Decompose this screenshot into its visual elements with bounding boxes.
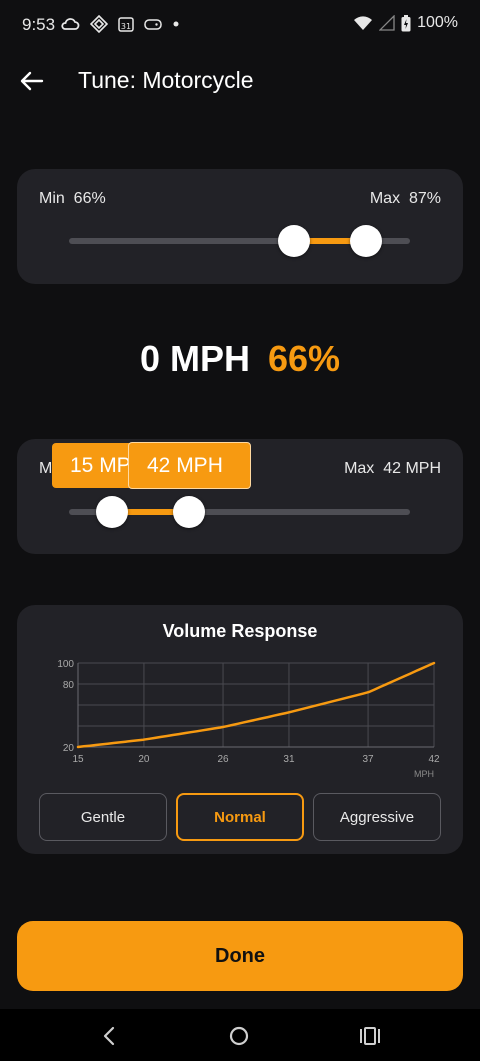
x-tick-label: 26 — [217, 754, 229, 765]
status-bar: 9:53 31 100% — [0, 0, 480, 50]
nav-back-icon[interactable] — [97, 1023, 123, 1049]
speed-max-tooltip: 42 MPH — [128, 442, 251, 489]
system-icons: 100% — [353, 14, 458, 32]
volume-response-card: Volume Response 15 20 26 31 37 42 20 80 100 MPH G… — [17, 605, 463, 854]
x-tick-label: 37 — [363, 754, 375, 765]
x-tick-label: 42 — [428, 754, 440, 765]
drive-icon — [90, 15, 108, 33]
speed-max-label: Max 42 MPH — [344, 460, 441, 477]
gentle-button[interactable]: Gentle — [39, 793, 167, 841]
nav-recents-icon[interactable] — [357, 1023, 383, 1049]
aggressive-button[interactable]: Aggressive — [313, 793, 441, 841]
battery-icon — [401, 14, 411, 31]
speed-min-thumb[interactable] — [95, 496, 128, 528]
x-tick-label: 20 — [138, 754, 150, 765]
page-title: Tune: Motorcycle — [78, 67, 254, 93]
wifi-icon — [354, 16, 373, 30]
x-tick-label: 15 — [72, 754, 84, 765]
volume-response-chart: 15 20 26 31 37 422080100MPH — [57, 659, 440, 779]
x-tick-label: 31 — [283, 754, 295, 765]
calendar-icon: 31 — [118, 17, 134, 32]
volume-min-label: Min 66% — [39, 190, 106, 207]
y-tick-label: 80 — [63, 680, 75, 691]
current-volume: 66% — [267, 338, 341, 379]
status-time: 9:53 — [22, 15, 56, 34]
y-tick-label: 100 — [57, 659, 74, 670]
signal-icon — [379, 15, 395, 31]
dot-icon — [173, 21, 179, 27]
nav-home-icon[interactable] — [226, 1023, 252, 1049]
volume-max-thumb[interactable] — [349, 225, 382, 257]
cloud-icon — [61, 18, 80, 30]
gamepad-icon — [144, 19, 162, 30]
speed-max-thumb[interactable] — [172, 496, 205, 528]
volume-max-label: Max 87% — [369, 190, 441, 207]
back-arrow-icon[interactable] — [18, 67, 46, 95]
volume-min-thumb[interactable] — [278, 225, 311, 257]
current-readout: 0 MPH 66% — [0, 338, 480, 380]
battery-percent: 100% — [417, 14, 458, 31]
app-bar: Tune: Motorcycle — [0, 55, 480, 105]
x-axis-label: MPH — [414, 769, 434, 779]
navigation-bar — [0, 1009, 480, 1061]
normal-button[interactable]: Normal — [176, 793, 304, 841]
notification-icons: 31 — [60, 15, 180, 33]
speed-range-slider[interactable] — [69, 496, 410, 528]
y-tick-label: 20 — [63, 743, 75, 754]
done-button[interactable]: Done — [17, 921, 463, 991]
current-speed: 0 MPH — [139, 338, 250, 379]
volume-range-slider[interactable] — [69, 225, 410, 257]
volume-range-card: Min 66% Max 87% — [17, 169, 463, 284]
svg-text:31: 31 — [121, 22, 131, 31]
